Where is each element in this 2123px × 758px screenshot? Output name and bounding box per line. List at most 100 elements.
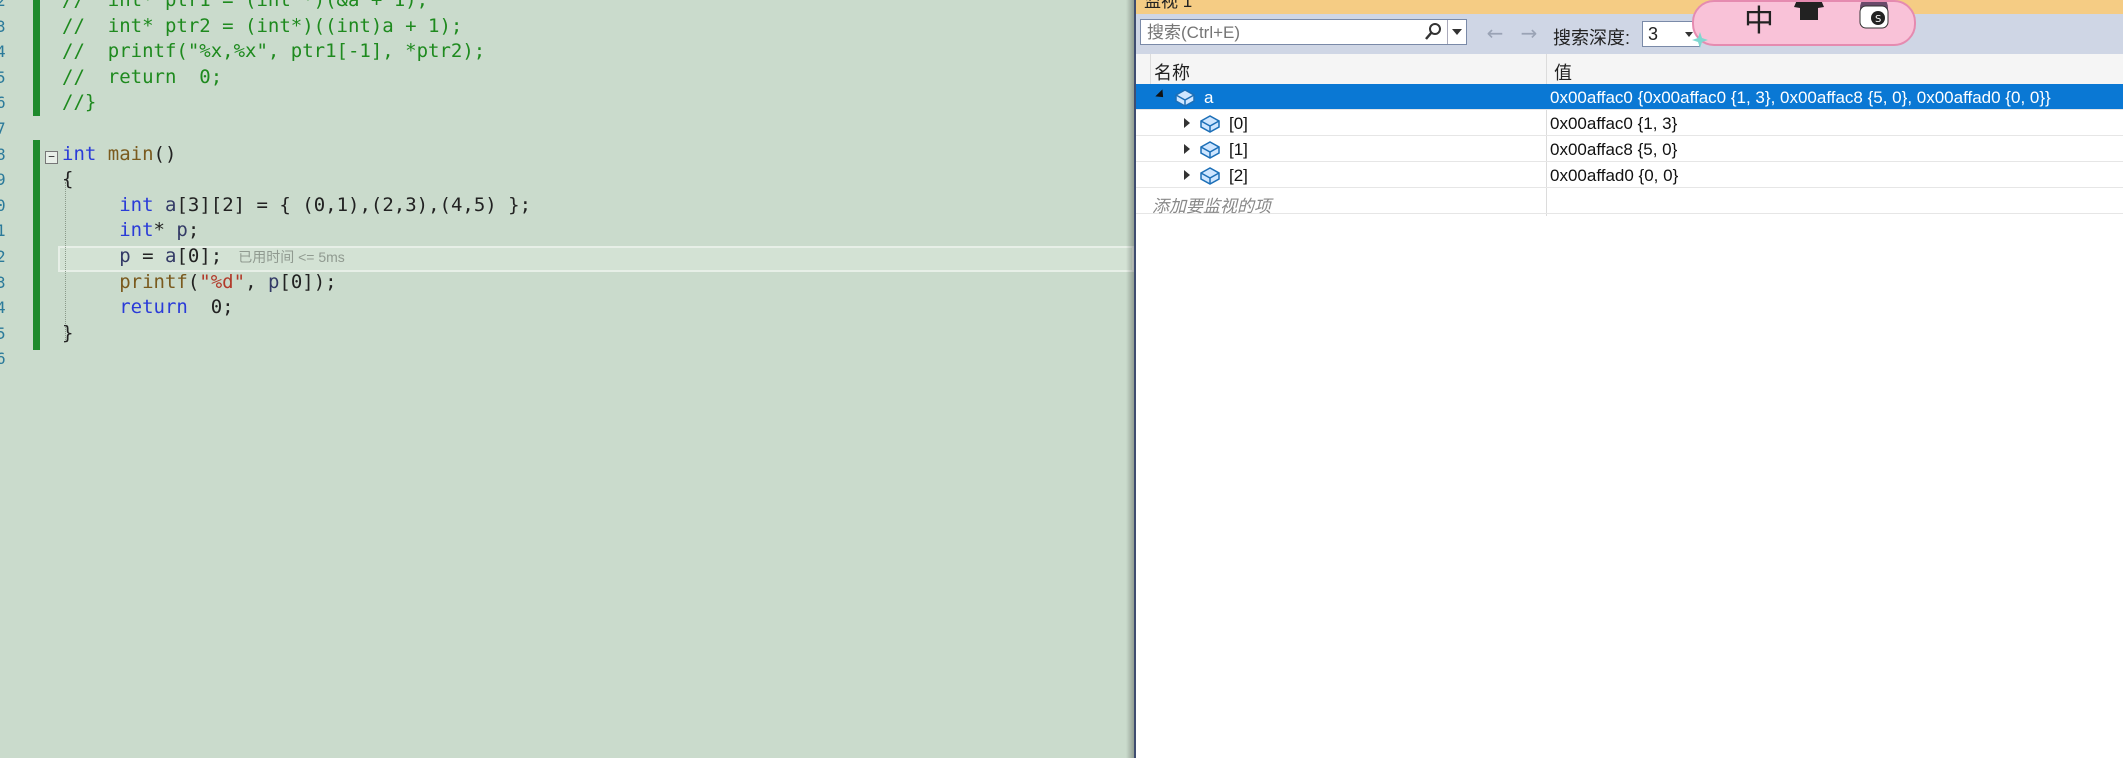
code-token: = (130, 244, 165, 267)
string-literal: "%d" (199, 270, 246, 293)
watch-row-value[interactable]: 0x00affac0 {1, 3} (1550, 114, 1677, 134)
sparkle-icon (1692, 32, 1708, 48)
mascot-icon: S (1859, 2, 1889, 29)
code-token: () (153, 142, 177, 165)
search-depth-value: 3 (1648, 24, 1659, 44)
watch-row[interactable]: [0] 0x00affac0 {1, 3} (1136, 110, 2123, 136)
change-indicator-bar (33, 0, 40, 116)
column-header-value[interactable]: 值 (1554, 59, 1572, 85)
watch-row[interactable]: [1] 0x00affac8 {5, 0} (1136, 136, 2123, 162)
line-number: 8 (0, 144, 6, 164)
line-number: 4 (0, 42, 6, 62)
code-token: [0]; (176, 244, 223, 267)
expand-arrow-icon[interactable] (1184, 118, 1190, 128)
line-number: 2 (0, 0, 6, 10)
variable: p (119, 244, 131, 267)
watch-row[interactable]: a 0x00affac0 {0x00affac0 {1, 3}, 0x00aff… (1136, 84, 2123, 110)
expand-arrow-icon[interactable] (1184, 144, 1190, 154)
watch-row-name: [2] (1229, 166, 1248, 185)
code-line: int main() (62, 142, 1134, 168)
line-number: 6 (0, 93, 6, 113)
ime-mode-text: 中 (1744, 4, 1774, 39)
code-editor[interactable]: 2 3 4 5 6 7 8 9 0 1 2 3 4 5 6 − // int* … (0, 0, 1134, 758)
code-token: ( (187, 270, 200, 293)
variable: p (176, 219, 188, 242)
expand-arrow-icon[interactable] (1184, 170, 1190, 180)
code-token: ; (187, 219, 200, 242)
variable-object-icon (1200, 115, 1220, 133)
variable-object-icon (1175, 89, 1195, 107)
watch-row-value[interactable]: 0x00affac0 {0x00affac0 {1, 3}, 0x00affac… (1550, 88, 2051, 108)
watch-panel[interactable]: 监视 1 ← → 搜索深度: 3 中 S 名称 值 (1134, 0, 2123, 758)
line-number: 0 (0, 195, 6, 215)
change-indicator-bar (33, 140, 40, 350)
chevron-down-icon (1452, 29, 1462, 35)
code-line: // int* ptr2 = (int*)((int)a + 1); (62, 14, 463, 37)
code-token: * (153, 219, 177, 242)
code-line: int a[3][2] = { (0,1),(2,3),(4,5) }; (62, 193, 1134, 219)
line-number-gutter: 2 3 4 5 6 7 8 9 0 1 2 3 4 5 6 (0, 0, 10, 758)
function-name: main (107, 142, 154, 165)
code-token: 0; (187, 296, 234, 319)
keyword: int (119, 193, 154, 216)
keyword: int (119, 219, 154, 242)
watch-row-name: a (1204, 88, 1214, 107)
code-token: [3][2] = { (0,1),(2,3),(4,5) }; (176, 193, 532, 216)
watch-toolbar: ← → 搜索深度: 3 中 S (1136, 0, 2123, 54)
code-line: // printf("%x,%x", ptr1[-1], *ptr2); (62, 40, 486, 63)
variable: p (267, 270, 280, 293)
add-watch-row[interactable]: 添加要监视的项 (1136, 188, 2123, 216)
svg-text:S: S (1875, 14, 1881, 25)
code-line: printf("%d", p[0]); (62, 270, 1134, 296)
search-back-button[interactable]: ← (1482, 22, 1508, 44)
function-name: printf (119, 270, 188, 293)
search-depth-label: 搜索深度: (1553, 28, 1631, 48)
line-number: 1 (0, 221, 6, 241)
column-separator (1150, 54, 1151, 84)
variable: a (164, 193, 177, 216)
ime-status-widget[interactable]: 中 S (1692, 0, 1916, 46)
code-token: , (245, 270, 268, 293)
watch-title-bar[interactable]: 监视 1 (1136, 0, 2123, 14)
watch-row-name: [1] (1229, 140, 1248, 159)
search-forward-button[interactable]: → (1516, 22, 1542, 44)
line-number: 2 (0, 246, 6, 266)
column-header-name[interactable]: 名称 (1154, 59, 1190, 85)
fold-toggle-icon[interactable]: − (45, 151, 58, 164)
code-line: // return 0; (62, 65, 223, 88)
code-line: } (62, 321, 74, 344)
line-number: 3 (0, 16, 6, 36)
search-input[interactable] (1145, 21, 1429, 45)
watch-title: 监视 1 (1144, 0, 1193, 11)
watch-row-name: [0] (1229, 114, 1248, 133)
watch-row-value[interactable]: 0x00affac8 {5, 0} (1550, 140, 1677, 160)
keyword: return (119, 296, 188, 319)
collapse-arrow-icon[interactable] (1155, 89, 1167, 101)
add-watch-hint: 添加要监视的项 (1152, 197, 1271, 216)
line-number: 7 (0, 118, 6, 138)
code-token: [0]); (279, 270, 337, 293)
watch-row-value[interactable]: 0x00affad0 {0, 0} (1550, 166, 1678, 186)
variable: a (164, 244, 177, 267)
line-number: 6 (0, 349, 6, 369)
perf-tip[interactable]: 已用时间 <= 5ms (238, 249, 345, 265)
line-number: 5 (0, 323, 6, 343)
search-box[interactable] (1140, 19, 1467, 45)
search-icon[interactable] (1424, 22, 1444, 42)
line-number: 9 (0, 170, 6, 190)
search-options-dropdown[interactable] (1447, 20, 1466, 44)
variable-object-icon (1200, 141, 1220, 159)
line-number: 4 (0, 298, 6, 318)
keyword: int (62, 142, 97, 165)
line-number: 3 (0, 272, 6, 292)
code-line: //} (62, 91, 97, 114)
code-line-current: p = a[0]; 已用时间 <= 5ms (62, 244, 1134, 270)
code-line: { (62, 168, 74, 191)
watch-grid-header: 名称 值 (1136, 54, 2123, 85)
watch-row[interactable]: [2] 0x00affad0 {0, 0} (1136, 162, 2123, 188)
line-number: 5 (0, 67, 6, 87)
code-text[interactable]: // int* ptr1 = (int *)(&a + 1); // int* … (62, 0, 1134, 346)
variable-object-icon (1200, 167, 1220, 185)
skin-icon (1794, 2, 1824, 20)
